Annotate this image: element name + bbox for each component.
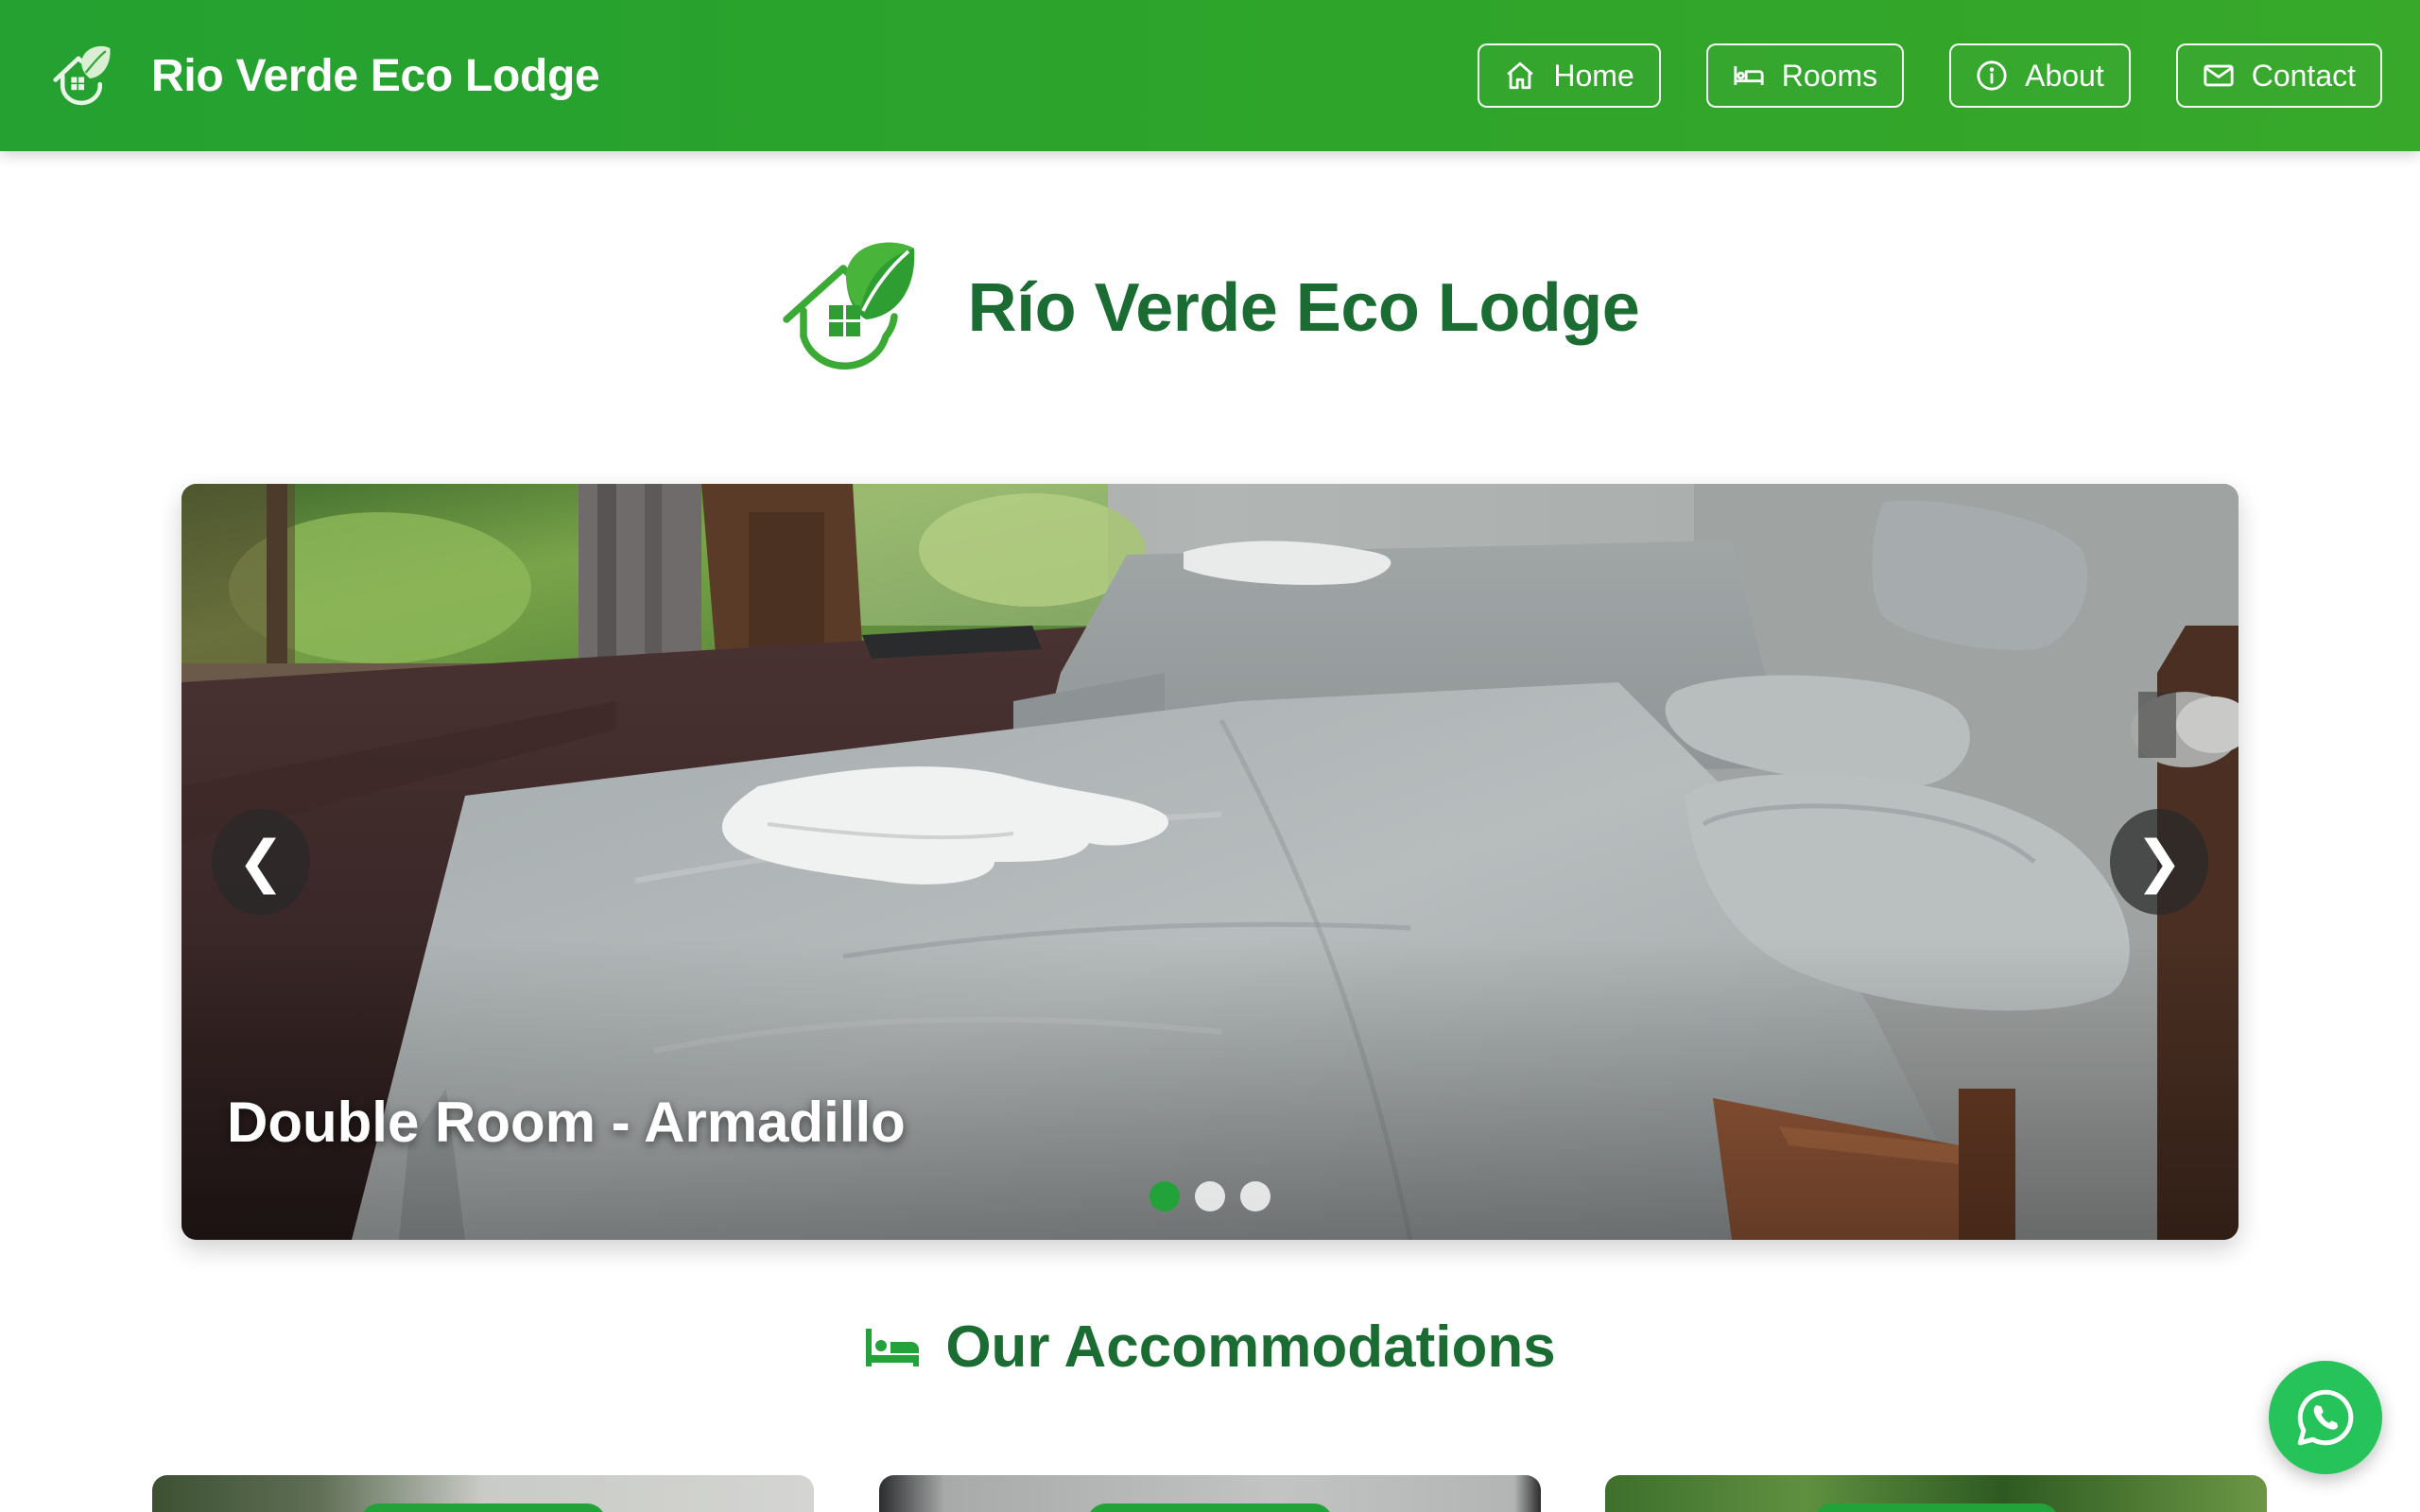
lodge-logo-icon	[53, 45, 111, 106]
nav-rooms-button[interactable]: Rooms	[1705, 43, 1905, 108]
mail-icon	[2204, 64, 2234, 87]
card-badge	[360, 1503, 606, 1512]
room-carousel[interactable]: Double Room - Armadillo ❮ ❯	[182, 484, 2238, 1240]
home-icon	[1507, 61, 1534, 90]
hero-brand: Río Verde Eco Lodge	[0, 234, 2420, 382]
hero-title: Río Verde Eco Lodge	[967, 270, 1640, 346]
nav-about-label: About	[2025, 58, 2104, 93]
chevron-left-icon: ❮	[236, 830, 285, 893]
whatsapp-icon	[2297, 1389, 2354, 1446]
nav-about-button[interactable]: About	[1949, 43, 2131, 108]
accommodation-card[interactable]	[1605, 1475, 2267, 1512]
carousel-next-button[interactable]: ❯	[2110, 809, 2208, 915]
bed-icon	[1734, 66, 1764, 85]
accommodations-heading: Our Accommodations	[0, 1314, 2420, 1381]
section-title: Our Accommodations	[945, 1314, 1556, 1380]
nav-contact-label: Contact	[2251, 58, 2356, 93]
carousel-dot-2[interactable]	[1195, 1181, 1225, 1211]
whatsapp-button[interactable]	[2269, 1361, 2382, 1474]
brand-title[interactable]: Rio Verde Eco Lodge	[151, 50, 600, 102]
carousel-indicators	[182, 1181, 2238, 1211]
top-navbar: Rio Verde Eco Lodge Home Rooms About Con…	[0, 0, 2420, 151]
carousel-caption: Double Room - Armadillo	[227, 1091, 906, 1154]
carousel-dot-3[interactable]	[1240, 1181, 1270, 1211]
info-icon	[1977, 60, 2007, 91]
nav-home-button[interactable]: Home	[1478, 43, 1661, 108]
nav-contact-button[interactable]: Contact	[2175, 43, 2382, 108]
brand[interactable]: Rio Verde Eco Lodge	[45, 40, 600, 112]
card-badge	[1813, 1503, 2059, 1512]
accommodation-card[interactable]	[152, 1475, 814, 1512]
accommodation-card[interactable]	[879, 1475, 1541, 1512]
card-badge	[1087, 1503, 1333, 1512]
nav-links: Home Rooms About Contact	[1478, 43, 2382, 108]
lodge-logo-icon	[782, 242, 914, 369]
nav-rooms-label: Rooms	[1781, 58, 1878, 93]
nav-home-label: Home	[1553, 58, 1634, 93]
bed-icon	[866, 1328, 920, 1366]
chevron-right-icon: ❯	[2135, 830, 2184, 893]
carousel-prev-button[interactable]: ❮	[212, 809, 310, 915]
carousel-dot-1[interactable]	[1150, 1181, 1180, 1211]
